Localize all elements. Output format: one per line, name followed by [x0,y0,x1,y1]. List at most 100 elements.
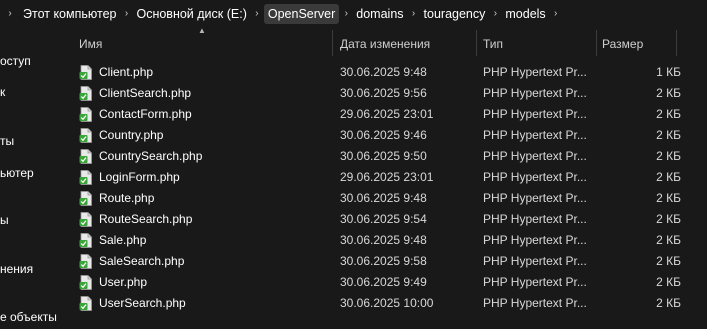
breadcrumb-item[interactable]: touragency [421,4,489,24]
file-size: 2 КБ [656,170,681,184]
file-date: 30.06.2025 9:46 [340,128,427,142]
breadcrumb-item[interactable]: Основной диск (E:) [133,4,249,24]
file-date: 29.06.2025 23:01 [340,170,434,184]
chevron-right-icon[interactable]: › [0,4,20,24]
file-name: CountrySearch.php [99,149,203,163]
file-size: 2 КБ [656,86,681,100]
sidebar-item[interactable]: оступ [0,52,31,70]
file-name: Route.php [99,191,155,205]
file-size: 2 КБ [656,149,681,163]
file-row[interactable]: CountrySearch.php 30.06.2025 9:50 PHP Hype… [59,146,707,167]
sidebar-item[interactable]: е объекты [0,308,57,326]
php-file-icon [79,296,92,311]
file-type: PHP Hypertext Pr... [483,212,587,226]
file-type: PHP Hypertext Pr... [483,296,587,310]
column-separator[interactable] [596,30,597,56]
file-name: Client.php [99,65,154,79]
breadcrumb-item[interactable]: models [502,4,548,24]
file-date: 30.06.2025 10:00 [340,296,434,310]
php-file-icon [79,86,92,101]
chevron-right-icon[interactable]: › [407,4,421,24]
sidebar-item[interactable]: ы [0,211,9,229]
php-file-icon [79,170,92,185]
file-type: PHP Hypertext Pr... [483,107,587,121]
file-date: 30.06.2025 9:48 [340,233,427,247]
file-name: RouteSearch.php [99,212,193,226]
address-bar[interactable]: › Этот компьютер › Основной диск (E:) › OpenS… [0,0,707,27]
file-row[interactable]: ClientSearch.php 30.06.2025 9:56 PHP Hyper… [59,83,707,104]
file-row[interactable]: LoginForm.php 29.06.2025 23:01 PHP Hyperte… [59,167,707,188]
file-type: PHP Hypertext Pr... [483,170,587,184]
file-list: ▲ Имя Дата изменения Тип Размер Client.p… [59,27,707,329]
file-name: UserSearch.php [99,296,186,310]
file-row[interactable]: ContactForm.php 29.06.2025 23:01 PHP Hyper… [59,104,707,125]
file-name: Sale.php [99,233,147,247]
breadcrumb-item[interactable]: domains [353,4,406,24]
file-type: PHP Hypertext Pr... [483,254,587,268]
file-date: 30.06.2025 9:58 [340,254,427,268]
file-date: 30.06.2025 9:56 [340,86,427,100]
file-size: 2 КБ [656,107,681,121]
column-header-date[interactable]: Дата изменения [340,27,475,59]
file-row[interactable]: SaleSearch.php 30.06.2025 9:58 PHP Hyperte… [59,251,707,272]
file-type: PHP Hypertext Pr... [483,149,587,163]
file-size: 2 КБ [656,128,681,142]
sidebar-item[interactable]: к [0,83,5,101]
php-file-icon [79,149,92,164]
sidebar-item[interactable]: нения [0,260,33,278]
file-row[interactable]: Country.php 30.06.2025 9:46 PHP Hypertext … [59,125,707,146]
file-type: PHP Hypertext Pr... [483,128,587,142]
file-date: 30.06.2025 9:54 [340,212,427,226]
chevron-right-icon[interactable]: › [339,4,353,24]
breadcrumb-item[interactable]: Этот компьютер [20,4,119,24]
file-name: LoginForm.php [99,170,180,184]
chevron-right-icon[interactable]: › [488,4,502,24]
php-file-icon [79,107,92,122]
file-size: 2 КБ [656,275,681,289]
breadcrumb-item[interactable]: OpenServer [263,3,340,24]
file-row[interactable]: RouteSearch.php 30.06.2025 9:54 PHP Hypert… [59,209,707,230]
php-file-icon [79,233,92,248]
column-header-row: ▲ Имя Дата изменения Тип Размер [59,27,707,59]
column-header-type[interactable]: Тип [483,27,593,59]
php-file-icon [79,212,92,227]
php-file-icon [79,128,92,143]
file-type: PHP Hypertext Pr... [483,191,587,205]
file-date: 29.06.2025 23:01 [340,107,434,121]
file-name: ClientSearch.php [99,86,192,100]
file-row[interactable]: Route.php 30.06.2025 9:48 PHP Hypertext Pr… [59,188,707,209]
file-name: SaleSearch.php [99,254,185,268]
chevron-right-icon[interactable]: › [549,4,563,24]
navigation-pane: оступ к ты ьютер ы нения е объекты [0,27,58,329]
column-separator[interactable] [676,30,677,56]
file-row[interactable]: User.php 30.06.2025 9:49 PHP Hypertext Pr.… [59,272,707,293]
file-date: 30.06.2025 9:48 [340,65,427,79]
file-row[interactable]: UserSearch.php 30.06.2025 10:00 PHP Hypert… [59,293,707,314]
file-type: PHP Hypertext Pr... [483,86,587,100]
file-size: 2 КБ [656,212,681,226]
file-date: 30.06.2025 9:49 [340,275,427,289]
php-file-icon [79,65,92,80]
file-name: ContactForm.php [99,107,192,121]
php-file-icon [79,254,92,269]
file-date: 30.06.2025 9:50 [340,149,427,163]
sidebar-item[interactable]: ьютер [0,164,34,182]
column-separator[interactable] [332,30,333,56]
file-name: User.php [99,275,148,289]
file-row[interactable]: Client.php 30.06.2025 9:48 PHP Hypertext P… [59,62,707,83]
file-size: 2 КБ [656,254,681,268]
column-header-name[interactable]: Имя [79,27,329,59]
file-type: PHP Hypertext Pr... [483,275,587,289]
file-size: 1 КБ [656,65,681,79]
php-file-icon [79,275,92,290]
php-file-icon [79,191,92,206]
chevron-right-icon[interactable]: › [119,4,133,24]
file-size: 2 КБ [656,233,681,247]
file-row[interactable]: Sale.php 30.06.2025 9:48 PHP Hypertext Pr.… [59,230,707,251]
sidebar-item[interactable]: ты [0,132,14,150]
chevron-right-icon[interactable]: › [250,4,264,24]
column-header-size[interactable]: Размер [602,27,672,59]
file-size: 2 КБ [656,296,681,310]
file-date: 30.06.2025 9:48 [340,191,427,205]
column-separator[interactable] [476,30,477,56]
